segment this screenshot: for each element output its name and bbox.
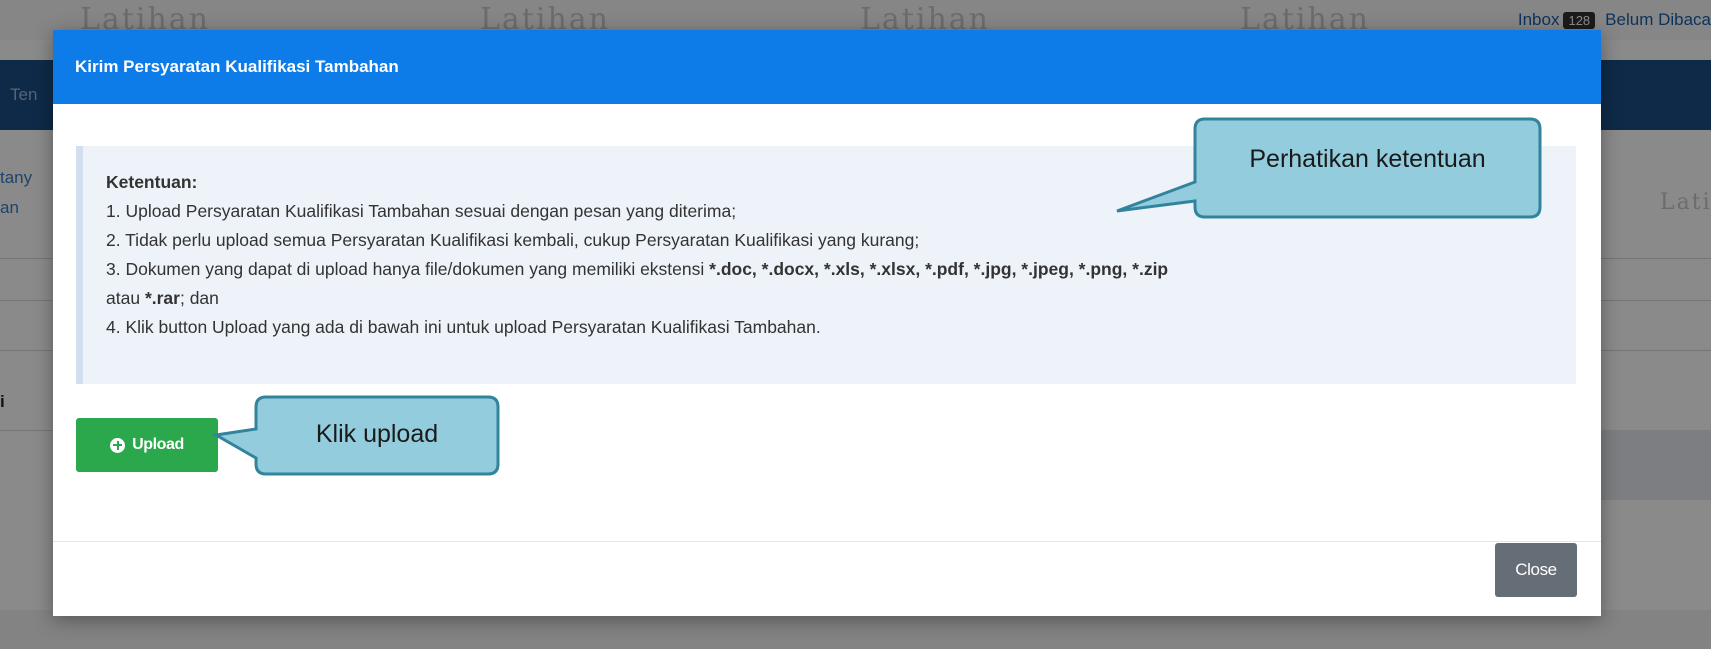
callout-ketentuan-label: Perhatikan ketentuan (1249, 145, 1486, 173)
callout-upload-label: Klik upload (315, 420, 439, 448)
callout-shapes (211, 117, 1542, 476)
